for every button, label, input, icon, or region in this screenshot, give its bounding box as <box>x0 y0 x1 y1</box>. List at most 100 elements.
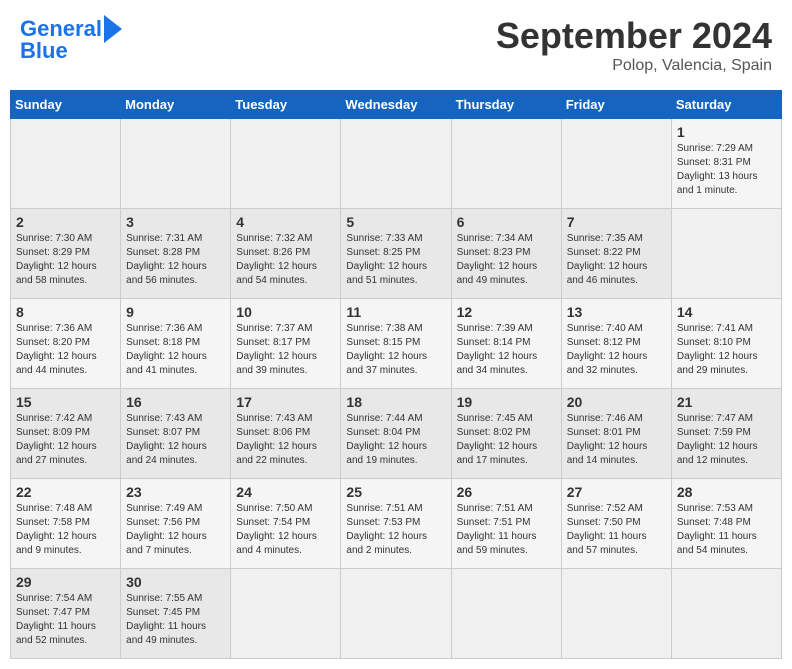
day-cell: 23Sunrise: 7:49 AMSunset: 7:56 PMDayligh… <box>121 479 231 569</box>
day-cell: 26 Sunrise: 7:51 AMSunset: 7:51 PMDayligh… <box>451 479 561 569</box>
empty-cell <box>451 119 561 209</box>
empty-cell <box>451 569 561 659</box>
logo: General Blue <box>20 15 122 63</box>
day-cell: 19 Sunrise: 7:45 AMSunset: 8:02 PMDayligh… <box>451 389 561 479</box>
day-info: Sunrise: 7:52 AMSunset: 7:50 PMDaylight:… <box>567 502 666 558</box>
header: General Blue September 2024 Polop, Valen… <box>10 10 782 80</box>
day-cell: 8 Sunrise: 7:36 AMSunset: 8:20 PMDaylight… <box>11 299 121 389</box>
day-info: Sunrise: 7:46 AMSunset: 8:01 PMDaylight:… <box>567 412 666 468</box>
day-cell: 29Sunrise: 7:54 AMSunset: 7:47 PMDayligh… <box>11 569 121 659</box>
day-number: 7 <box>567 214 666 230</box>
day-number: 16 <box>126 394 225 410</box>
title-section: September 2024 Polop, Valencia, Spain <box>496 15 772 75</box>
empty-cell <box>341 119 451 209</box>
day-info: Sunrise: 7:41 AMSunset: 8:10 PMDaylight:… <box>677 322 776 378</box>
day-info: Sunrise: 7:54 AMSunset: 7:47 PMDaylight:… <box>16 592 115 648</box>
day-number: 10 <box>236 304 335 320</box>
day-cell: 16 Sunrise: 7:43 AMSunset: 8:07 PMDayligh… <box>121 389 231 479</box>
day-number: 27 <box>567 484 666 500</box>
day-number: 5 <box>346 214 445 230</box>
day-cell: 6Sunrise: 7:34 AMSunset: 8:23 PMDaylight… <box>451 209 561 299</box>
day-info: Sunrise: 7:51 AMSunset: 7:51 PMDaylight:… <box>457 502 556 558</box>
day-info: Sunrise: 7:50 AMSunset: 7:54 PMDaylight:… <box>236 502 335 558</box>
day-cell: 18 Sunrise: 7:44 AMSunset: 8:04 PMDayligh… <box>341 389 451 479</box>
day-number: 9 <box>126 304 225 320</box>
day-cell: 24 Sunrise: 7:50 AMSunset: 7:54 PMDayligh… <box>231 479 341 569</box>
day-number: 17 <box>236 394 335 410</box>
day-info: Sunrise: 7:40 AMSunset: 8:12 PMDaylight:… <box>567 322 666 378</box>
header-day-friday: Friday <box>561 91 671 119</box>
day-number: 11 <box>346 304 445 320</box>
day-cell: 22 Sunrise: 7:48 AMSunset: 7:58 PMDayligh… <box>11 479 121 569</box>
day-info: Sunrise: 7:47 AMSunset: 7:59 PMDaylight:… <box>677 412 776 468</box>
day-number: 6 <box>457 214 556 230</box>
day-cell: 14Sunrise: 7:41 AMSunset: 8:10 PMDayligh… <box>671 299 781 389</box>
day-info: Sunrise: 7:30 AMSunset: 8:29 PMDaylight:… <box>16 232 115 288</box>
empty-cell <box>671 209 781 299</box>
day-info: Sunrise: 7:42 AMSunset: 8:09 PMDaylight:… <box>16 412 115 468</box>
day-info: Sunrise: 7:55 AMSunset: 7:45 PMDaylight:… <box>126 592 225 648</box>
day-number: 8 <box>16 304 115 320</box>
empty-cell <box>341 569 451 659</box>
day-number: 3 <box>126 214 225 230</box>
empty-cell <box>231 119 341 209</box>
day-cell: 12 Sunrise: 7:39 AMSunset: 8:14 PMDayligh… <box>451 299 561 389</box>
empty-cell <box>561 569 671 659</box>
day-cell: 15Sunrise: 7:42 AMSunset: 8:09 PMDayligh… <box>11 389 121 479</box>
day-number: 25 <box>346 484 445 500</box>
day-cell: 27 Sunrise: 7:52 AMSunset: 7:50 PMDayligh… <box>561 479 671 569</box>
day-cell: 20 Sunrise: 7:46 AMSunset: 8:01 PMDayligh… <box>561 389 671 479</box>
calendar-week-row: 15Sunrise: 7:42 AMSunset: 8:09 PMDayligh… <box>11 389 782 479</box>
day-info: Sunrise: 7:31 AMSunset: 8:28 PMDaylight:… <box>126 232 225 288</box>
calendar-week-row: 8 Sunrise: 7:36 AMSunset: 8:20 PMDaylight… <box>11 299 782 389</box>
day-info: Sunrise: 7:36 AMSunset: 8:18 PMDaylight:… <box>126 322 225 378</box>
day-number: 1 <box>677 124 776 140</box>
day-cell: 21 Sunrise: 7:47 AMSunset: 7:59 PMDayligh… <box>671 389 781 479</box>
day-info: Sunrise: 7:48 AMSunset: 7:58 PMDaylight:… <box>16 502 115 558</box>
day-number: 23 <box>126 484 225 500</box>
day-info: Sunrise: 7:35 AMSunset: 8:22 PMDaylight:… <box>567 232 666 288</box>
day-cell: 3 Sunrise: 7:31 AMSunset: 8:28 PMDaylight… <box>121 209 231 299</box>
day-number: 2 <box>16 214 115 230</box>
day-number: 19 <box>457 394 556 410</box>
day-info: Sunrise: 7:51 AMSunset: 7:53 PMDaylight:… <box>346 502 445 558</box>
day-info: Sunrise: 7:43 AMSunset: 8:07 PMDaylight:… <box>126 412 225 468</box>
calendar-week-row: 2 Sunrise: 7:30 AMSunset: 8:29 PMDaylight… <box>11 209 782 299</box>
logo-arrow-icon <box>104 15 122 43</box>
day-number: 18 <box>346 394 445 410</box>
calendar-week-row: 29Sunrise: 7:54 AMSunset: 7:47 PMDayligh… <box>11 569 782 659</box>
day-info: Sunrise: 7:36 AMSunset: 8:20 PMDaylight:… <box>16 322 115 378</box>
day-number: 28 <box>677 484 776 500</box>
day-cell: 30 Sunrise: 7:55 AMSunset: 7:45 PMDayligh… <box>121 569 231 659</box>
day-number: 4 <box>236 214 335 230</box>
header-day-wednesday: Wednesday <box>341 91 451 119</box>
day-info: Sunrise: 7:33 AMSunset: 8:25 PMDaylight:… <box>346 232 445 288</box>
header-day-tuesday: Tuesday <box>231 91 341 119</box>
day-info: Sunrise: 7:29 AMSunset: 8:31 PMDaylight:… <box>677 142 776 198</box>
day-number: 20 <box>567 394 666 410</box>
day-cell: 25 Sunrise: 7:51 AMSunset: 7:53 PMDayligh… <box>341 479 451 569</box>
day-number: 24 <box>236 484 335 500</box>
day-cell: 11 Sunrise: 7:38 AMSunset: 8:15 PMDayligh… <box>341 299 451 389</box>
day-info: Sunrise: 7:45 AMSunset: 8:02 PMDaylight:… <box>457 412 556 468</box>
day-cell: 9 Sunrise: 7:36 AMSunset: 8:18 PMDaylight… <box>121 299 231 389</box>
header-row: SundayMondayTuesdayWednesdayThursdayFrid… <box>11 91 782 119</box>
day-cell: 13 Sunrise: 7:40 AMSunset: 8:12 PMDayligh… <box>561 299 671 389</box>
day-info: Sunrise: 7:32 AMSunset: 8:26 PMDaylight:… <box>236 232 335 288</box>
day-cell: 7 Sunrise: 7:35 AMSunset: 8:22 PMDaylight… <box>561 209 671 299</box>
day-info: Sunrise: 7:44 AMSunset: 8:04 PMDaylight:… <box>346 412 445 468</box>
calendar-table: SundayMondayTuesdayWednesdayThursdayFrid… <box>10 90 782 659</box>
day-cell: 1 Sunrise: 7:29 AMSunset: 8:31 PMDaylight… <box>671 119 781 209</box>
day-number: 30 <box>126 574 225 590</box>
day-cell: 17 Sunrise: 7:43 AMSunset: 8:06 PMDayligh… <box>231 389 341 479</box>
day-number: 13 <box>567 304 666 320</box>
day-number: 12 <box>457 304 556 320</box>
day-number: 21 <box>677 394 776 410</box>
day-info: Sunrise: 7:38 AMSunset: 8:15 PMDaylight:… <box>346 322 445 378</box>
empty-cell <box>671 569 781 659</box>
day-info: Sunrise: 7:39 AMSunset: 8:14 PMDaylight:… <box>457 322 556 378</box>
day-number: 26 <box>457 484 556 500</box>
day-info: Sunrise: 7:43 AMSunset: 8:06 PMDaylight:… <box>236 412 335 468</box>
day-number: 22 <box>16 484 115 500</box>
calendar-week-row: 22 Sunrise: 7:48 AMSunset: 7:58 PMDayligh… <box>11 479 782 569</box>
